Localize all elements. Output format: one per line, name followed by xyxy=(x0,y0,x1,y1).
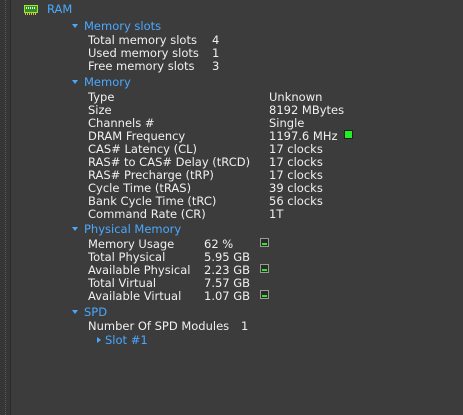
free-memory-slots-value: 3 xyxy=(212,59,220,73)
ram-tree: RAM Memory slots Total memory slots 4 Us… xyxy=(0,0,463,415)
root-label-ram[interactable]: RAM xyxy=(47,3,72,16)
free-memory-slots-label: Free memory slots xyxy=(88,59,195,73)
section-spd[interactable]: SPD xyxy=(84,306,107,319)
command-rate-value: 1T xyxy=(269,207,284,221)
expand-arrow-icon[interactable] xyxy=(72,227,78,231)
expand-arrow-icon[interactable] xyxy=(72,24,78,28)
usage-meter-icon xyxy=(260,238,269,247)
usage-meter-icon xyxy=(260,290,269,299)
tree-item-slot-1[interactable]: Slot #1 xyxy=(105,334,148,347)
spd-modules-label: Number Of SPD Modules xyxy=(88,319,230,333)
available-virtual-value: 1.07 GB xyxy=(204,289,251,303)
expand-arrow-icon[interactable] xyxy=(72,80,78,84)
section-memory[interactable]: Memory xyxy=(84,76,131,89)
spd-modules-value: 1 xyxy=(241,319,249,333)
status-indicator-icon xyxy=(344,130,353,139)
expand-arrow-icon[interactable] xyxy=(72,310,78,314)
available-virtual-label: Available Virtual xyxy=(88,289,182,303)
section-memory-slots[interactable]: Memory slots xyxy=(84,20,161,33)
usage-meter-icon xyxy=(260,264,269,273)
section-physical-memory[interactable]: Physical Memory xyxy=(84,223,181,236)
collapse-arrow-icon[interactable] xyxy=(97,337,101,343)
ram-icon xyxy=(24,5,38,15)
command-rate-label: Command Rate (CR) xyxy=(88,207,206,221)
